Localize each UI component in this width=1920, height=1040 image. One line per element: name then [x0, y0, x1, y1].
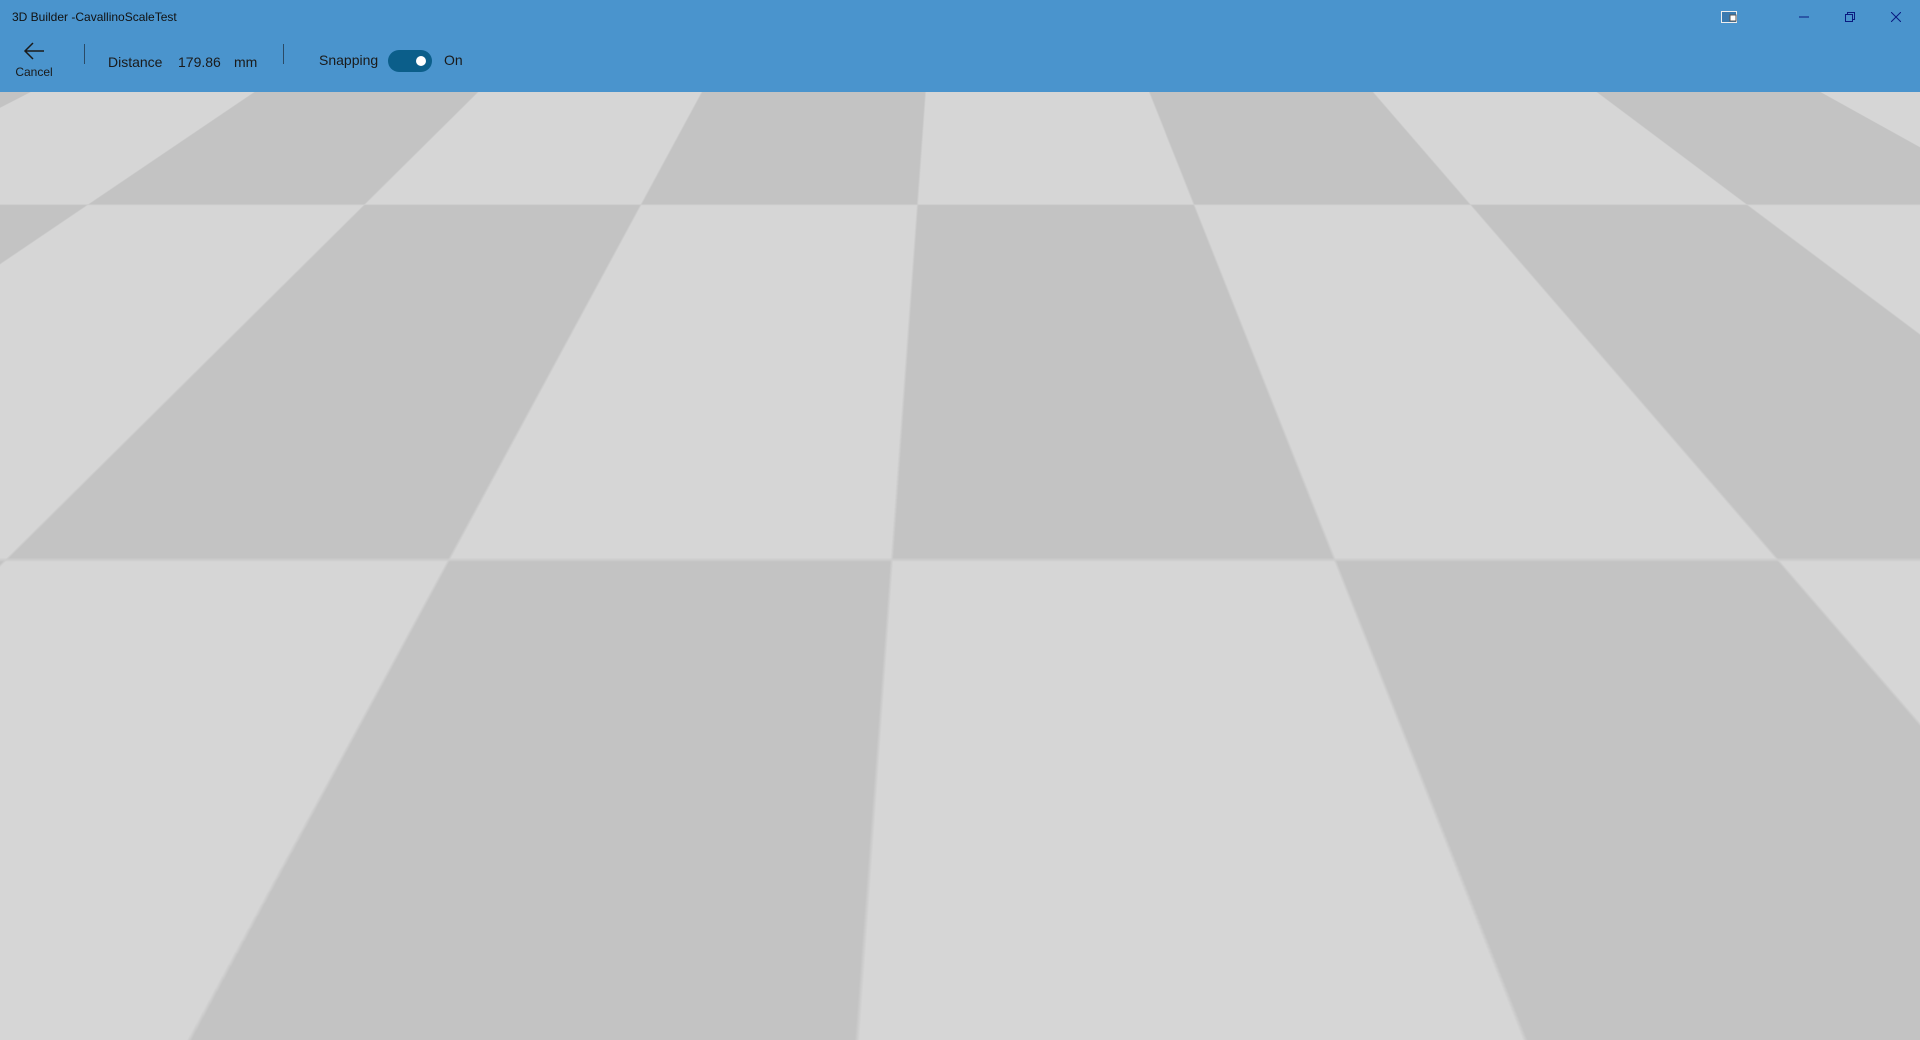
back-arrow-icon	[23, 42, 44, 60]
restore-icon	[1845, 12, 1855, 22]
distance-label: Distance	[108, 54, 163, 70]
compact-overlay-button[interactable]	[1706, 0, 1752, 34]
minimize-icon	[1799, 16, 1809, 18]
close-icon	[1891, 12, 1901, 22]
minimize-button[interactable]	[1781, 0, 1827, 34]
cancel-button[interactable]: Cancel	[8, 40, 60, 86]
snapping-toggle[interactable]	[388, 50, 432, 72]
distance-unit: mm	[234, 54, 258, 70]
seat-back	[914, 326, 1016, 498]
start-point	[744, 732, 750, 738]
center-block	[914, 761, 1006, 843]
close-button[interactable]	[1873, 0, 1919, 34]
toggle-knob	[416, 56, 426, 66]
snapping-state: On	[444, 52, 463, 68]
compact-overlay-icon	[1721, 11, 1737, 23]
separator	[283, 44, 284, 64]
separator	[84, 44, 85, 64]
car-model-wireframe[interactable]	[0, 92, 1920, 1040]
toolbar: Cancel Distance 179.86 mm Snapping On	[0, 34, 1920, 92]
cancel-label: Cancel	[15, 65, 53, 79]
3d-viewport[interactable]: 950 mm 900 mm 850 mm 800 mm 750 mm 700 m…	[0, 92, 1920, 1040]
distance-value: 179.86	[178, 54, 221, 70]
window-title: 3D Builder -CavallinoScaleTest	[12, 10, 177, 24]
start-marker[interactable]	[743, 737, 752, 757]
restore-button[interactable]	[1827, 0, 1873, 34]
end-marker[interactable]	[1143, 732, 1165, 741]
end-point	[1166, 734, 1172, 740]
snapping-label: Snapping	[319, 52, 379, 68]
title-bar: 3D Builder -CavallinoScaleTest	[0, 0, 1920, 34]
